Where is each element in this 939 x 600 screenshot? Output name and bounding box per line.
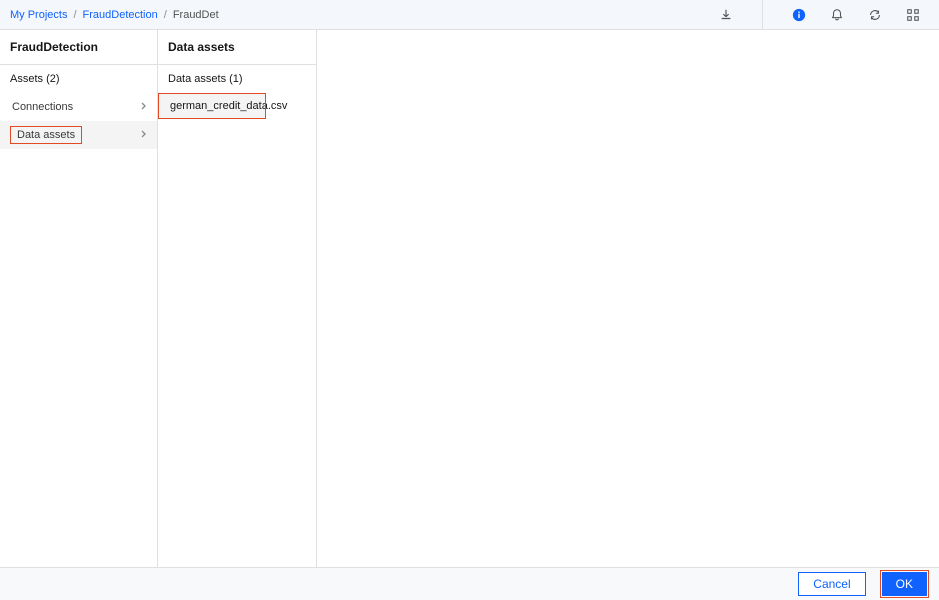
preview-panel xyxy=(317,30,939,567)
assets-panel: FraudDetection Assets (2) Connections Da… xyxy=(0,30,158,567)
divider xyxy=(762,0,763,30)
breadcrumb-current: FraudDet xyxy=(173,9,219,21)
breadcrumb-separator: / xyxy=(164,9,167,21)
nav-data-assets-label: Data assets xyxy=(10,126,82,144)
data-assets-panel: Data assets Data assets (1) german_credi… xyxy=(158,30,317,567)
breadcrumb: My Projects / FraudDetection / FraudDet xyxy=(10,9,219,21)
cancel-button[interactable]: Cancel xyxy=(798,572,865,596)
topbar: My Projects / FraudDetection / FraudDet xyxy=(0,0,939,30)
info-icon[interactable] xyxy=(791,7,807,23)
asset-row-german-credit[interactable]: german_credit_data.csv xyxy=(158,93,266,119)
breadcrumb-separator: / xyxy=(73,9,76,21)
main-content: FraudDetection Assets (2) Connections Da… xyxy=(0,30,939,567)
chevron-right-icon xyxy=(139,129,149,142)
ok-button[interactable]: OK xyxy=(882,572,927,596)
chevron-right-icon xyxy=(139,101,149,114)
refresh-icon[interactable] xyxy=(867,7,883,23)
assets-count: Assets (2) xyxy=(0,65,157,93)
project-title: FraudDetection xyxy=(0,30,157,65)
apps-icon[interactable] xyxy=(905,7,921,23)
asset-filename: german_credit_data.csv xyxy=(170,100,287,112)
footer: Cancel OK xyxy=(0,567,939,600)
ok-highlight: OK xyxy=(880,570,929,598)
nav-connections-label: Connections xyxy=(12,101,73,113)
data-assets-count: Data assets (1) xyxy=(158,65,316,93)
topbar-actions xyxy=(718,0,929,30)
nav-connections[interactable]: Connections xyxy=(0,93,157,121)
notifications-icon[interactable] xyxy=(829,7,845,23)
breadcrumb-fraud-detection[interactable]: FraudDetection xyxy=(83,9,158,21)
data-assets-title: Data assets xyxy=(158,30,316,65)
download-icon[interactable] xyxy=(718,7,734,23)
breadcrumb-my-projects[interactable]: My Projects xyxy=(10,9,67,21)
nav-data-assets[interactable]: Data assets xyxy=(0,121,157,149)
